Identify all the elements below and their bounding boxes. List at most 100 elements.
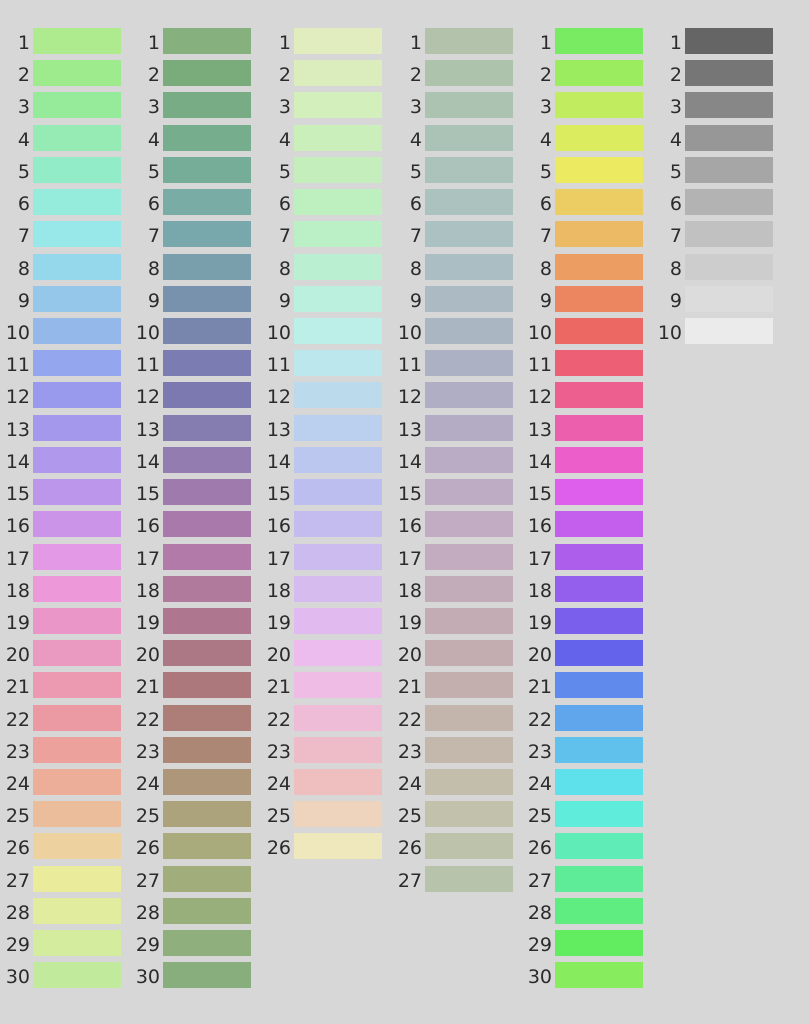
color-swatch[interactable] — [294, 479, 382, 506]
color-swatch[interactable] — [425, 317, 513, 344]
color-swatch[interactable] — [33, 189, 121, 216]
color-swatch[interactable] — [555, 801, 643, 828]
color-swatch[interactable] — [685, 60, 773, 87]
color-swatch[interactable] — [685, 285, 773, 312]
color-swatch[interactable] — [555, 865, 643, 892]
color-swatch[interactable] — [33, 124, 121, 151]
color-swatch[interactable] — [555, 221, 643, 248]
color-swatch[interactable] — [555, 607, 643, 634]
color-swatch[interactable] — [685, 221, 773, 248]
color-swatch[interactable] — [33, 801, 121, 828]
color-swatch[interactable] — [555, 382, 643, 409]
color-swatch[interactable] — [33, 156, 121, 183]
color-swatch[interactable] — [33, 92, 121, 119]
color-swatch[interactable] — [294, 124, 382, 151]
color-swatch[interactable] — [33, 350, 121, 377]
color-swatch[interactable] — [163, 60, 251, 87]
color-swatch[interactable] — [294, 511, 382, 538]
color-swatch[interactable] — [425, 382, 513, 409]
color-swatch[interactable] — [33, 640, 121, 667]
color-swatch[interactable] — [163, 124, 251, 151]
color-swatch[interactable] — [33, 607, 121, 634]
color-swatch[interactable] — [294, 317, 382, 344]
color-swatch[interactable] — [33, 704, 121, 731]
color-swatch[interactable] — [555, 672, 643, 699]
color-swatch[interactable] — [33, 317, 121, 344]
color-swatch[interactable] — [33, 446, 121, 473]
color-swatch[interactable] — [33, 575, 121, 602]
color-swatch[interactable] — [294, 221, 382, 248]
color-swatch[interactable] — [555, 704, 643, 731]
color-swatch[interactable] — [33, 28, 121, 54]
color-swatch[interactable] — [294, 285, 382, 312]
color-swatch[interactable] — [555, 446, 643, 473]
color-swatch[interactable] — [294, 414, 382, 441]
color-swatch[interactable] — [555, 317, 643, 344]
color-swatch[interactable] — [33, 479, 121, 506]
color-swatch[interactable] — [33, 769, 121, 796]
color-swatch[interactable] — [163, 575, 251, 602]
color-swatch[interactable] — [33, 414, 121, 441]
color-swatch[interactable] — [555, 930, 643, 957]
color-swatch[interactable] — [425, 640, 513, 667]
color-swatch[interactable] — [163, 189, 251, 216]
color-swatch[interactable] — [555, 769, 643, 796]
color-swatch[interactable] — [33, 865, 121, 892]
color-swatch[interactable] — [163, 801, 251, 828]
color-swatch[interactable] — [555, 479, 643, 506]
color-swatch[interactable] — [685, 253, 773, 280]
color-swatch[interactable] — [33, 382, 121, 409]
color-swatch[interactable] — [294, 60, 382, 87]
color-swatch[interactable] — [163, 640, 251, 667]
color-swatch[interactable] — [163, 962, 251, 989]
color-swatch[interactable] — [425, 607, 513, 634]
color-swatch[interactable] — [294, 704, 382, 731]
color-swatch[interactable] — [163, 221, 251, 248]
color-swatch[interactable] — [163, 350, 251, 377]
color-swatch[interactable] — [163, 253, 251, 280]
color-swatch[interactable] — [685, 189, 773, 216]
color-swatch[interactable] — [555, 60, 643, 87]
color-swatch[interactable] — [163, 446, 251, 473]
color-swatch[interactable] — [425, 189, 513, 216]
color-swatch[interactable] — [685, 317, 773, 344]
color-swatch[interactable] — [294, 156, 382, 183]
color-swatch[interactable] — [163, 317, 251, 344]
color-swatch[interactable] — [294, 28, 382, 54]
color-swatch[interactable] — [425, 736, 513, 763]
color-swatch[interactable] — [163, 769, 251, 796]
color-swatch[interactable] — [294, 769, 382, 796]
color-swatch[interactable] — [163, 704, 251, 731]
color-swatch[interactable] — [33, 253, 121, 280]
color-swatch[interactable] — [294, 543, 382, 570]
color-swatch[interactable] — [33, 511, 121, 538]
color-swatch[interactable] — [425, 479, 513, 506]
color-swatch[interactable] — [163, 897, 251, 924]
color-swatch[interactable] — [294, 672, 382, 699]
color-swatch[interactable] — [555, 897, 643, 924]
color-swatch[interactable] — [163, 479, 251, 506]
color-swatch[interactable] — [163, 543, 251, 570]
color-swatch[interactable] — [425, 543, 513, 570]
color-swatch[interactable] — [163, 382, 251, 409]
color-swatch[interactable] — [163, 930, 251, 957]
color-swatch[interactable] — [555, 414, 643, 441]
color-swatch[interactable] — [425, 511, 513, 538]
color-swatch[interactable] — [555, 124, 643, 151]
color-swatch[interactable] — [555, 189, 643, 216]
color-swatch[interactable] — [555, 833, 643, 860]
color-swatch[interactable] — [163, 865, 251, 892]
color-swatch[interactable] — [425, 285, 513, 312]
color-swatch[interactable] — [294, 801, 382, 828]
color-swatch[interactable] — [163, 28, 251, 54]
color-swatch[interactable] — [163, 833, 251, 860]
color-swatch[interactable] — [163, 285, 251, 312]
color-swatch[interactable] — [33, 833, 121, 860]
color-swatch[interactable] — [33, 962, 121, 989]
color-swatch[interactable] — [555, 92, 643, 119]
color-swatch[interactable] — [425, 253, 513, 280]
color-swatch[interactable] — [294, 640, 382, 667]
color-swatch[interactable] — [555, 511, 643, 538]
color-swatch[interactable] — [33, 285, 121, 312]
color-swatch[interactable] — [425, 801, 513, 828]
